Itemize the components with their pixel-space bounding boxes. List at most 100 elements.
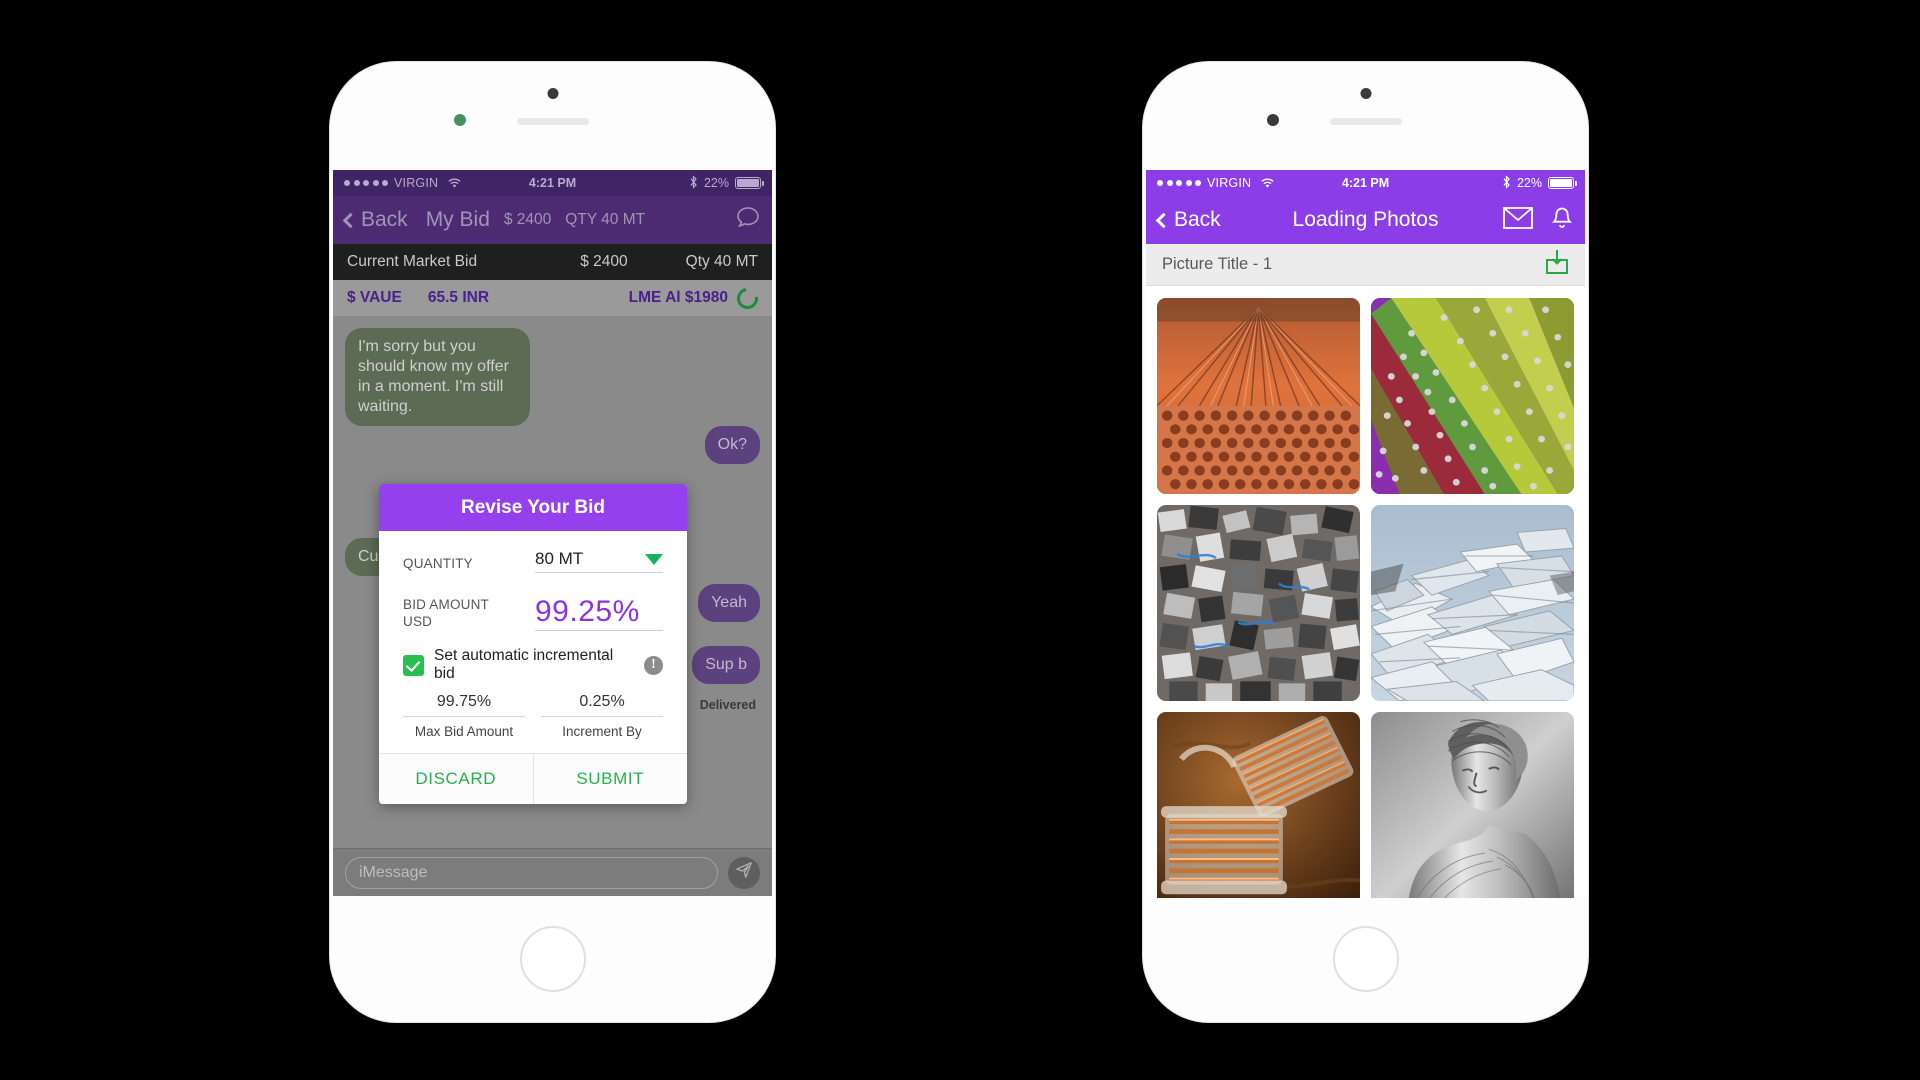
download-box-icon[interactable] bbox=[1545, 249, 1569, 280]
bid-amount-label: BID AMOUNT USD bbox=[403, 596, 489, 631]
phone-right: VIRGIN 4:21 PM 22% Back Loading Photos P… bbox=[1143, 62, 1588, 1022]
market-bid-qty: Qty 40 MT bbox=[685, 253, 758, 270]
right-screen: VIRGIN 4:21 PM 22% Back Loading Photos P… bbox=[1146, 170, 1585, 898]
delivered-status: Delivered bbox=[699, 698, 756, 712]
bluetooth-icon bbox=[689, 174, 698, 192]
status-right-group: 22% bbox=[689, 174, 765, 192]
sensor-icon bbox=[1267, 114, 1279, 126]
increment-value: 0.25% bbox=[541, 693, 663, 717]
wifi-icon bbox=[1260, 178, 1275, 189]
refresh-circle-icon[interactable] bbox=[732, 283, 763, 313]
quantity-field-row: QUANTITY 80 MT bbox=[403, 549, 663, 573]
bell-icon[interactable] bbox=[1551, 206, 1573, 235]
front-camera-icon bbox=[1360, 88, 1371, 99]
market-bid-label: Current Market Bid bbox=[347, 253, 478, 270]
page-title: My Bid bbox=[425, 208, 490, 231]
status-right-group: 22% bbox=[1502, 174, 1578, 192]
current-market-bid-bar: Current Market Bid $ 2400 Qty 40 MT bbox=[333, 244, 772, 280]
chat-area: I'm sorry but you should know my offer i… bbox=[333, 316, 772, 848]
back-label: Back bbox=[361, 208, 408, 231]
home-button[interactable] bbox=[1332, 926, 1399, 992]
nav-actions bbox=[1503, 206, 1573, 235]
chat-bubble-icon[interactable] bbox=[736, 206, 760, 234]
market-bid-price: $ 2400 bbox=[580, 253, 628, 270]
lme-al-price: LME Al $1980 bbox=[628, 289, 728, 306]
screenshot-stage: VIRGIN 4:21 PM 22% Back My Bid $ 2400 QT… bbox=[0, 0, 1920, 1080]
photo-tile[interactable] bbox=[1371, 505, 1574, 701]
carrier-label: VIRGIN bbox=[394, 176, 439, 190]
aluminium-scrap-photo bbox=[1371, 505, 1574, 701]
bid-amount-value: 99.25% bbox=[535, 595, 640, 628]
submit-button[interactable]: SUBMIT bbox=[532, 754, 688, 804]
copper-tubes-photo bbox=[1157, 298, 1360, 494]
checkbox-checked-icon[interactable] bbox=[403, 654, 424, 676]
left-screen: VIRGIN 4:21 PM 22% Back My Bid $ 2400 QT… bbox=[333, 170, 772, 898]
quantity-label: QUANTITY bbox=[403, 556, 473, 572]
page-title: Loading Photos bbox=[1292, 208, 1439, 231]
nav-actions bbox=[736, 206, 760, 234]
lme-bar: $ VAUE 65.5 INR LME Al $1980 bbox=[333, 280, 772, 316]
auto-increment-row[interactable]: Set automatic incremental bid ! bbox=[403, 647, 663, 683]
nav-qty: QTY 40 MT bbox=[565, 211, 646, 228]
inr-rate: 65.5 INR bbox=[427, 289, 490, 306]
chat-bubble-outgoing: Ok? bbox=[704, 426, 766, 464]
copper-wire-spool-photo bbox=[1157, 712, 1360, 898]
carrier-label: VIRGIN bbox=[1207, 176, 1252, 190]
earpiece-speaker bbox=[516, 118, 589, 125]
increment-by-field[interactable]: 0.25% Increment By bbox=[541, 693, 663, 739]
front-camera-icon bbox=[547, 88, 558, 99]
wifi-icon bbox=[447, 178, 462, 189]
imessage-input[interactable] bbox=[345, 856, 718, 889]
revise-bid-dialog: Revise Your Bid QUANTITY 80 MT BID AMOUN bbox=[379, 484, 687, 804]
status-time: 4:21 PM bbox=[1341, 176, 1390, 190]
battery-icon bbox=[1548, 177, 1578, 189]
discard-button[interactable]: DISCARD bbox=[379, 754, 533, 804]
bid-amount-label-line2: USD bbox=[403, 614, 433, 630]
max-bid-value: 99.75% bbox=[403, 693, 525, 717]
envelope-icon[interactable] bbox=[1503, 206, 1533, 234]
photo-tile[interactable] bbox=[1371, 712, 1574, 898]
nav-bar: Back Loading Photos bbox=[1146, 196, 1585, 244]
sensor-icon bbox=[454, 114, 466, 126]
battery-icon bbox=[735, 177, 765, 189]
send-button[interactable] bbox=[728, 856, 760, 889]
photo-tile[interactable] bbox=[1157, 298, 1360, 494]
caret-down-icon bbox=[645, 553, 663, 565]
back-button[interactable]: Back bbox=[1155, 208, 1221, 232]
quantity-select[interactable]: 80 MT bbox=[535, 549, 663, 573]
bid-amount-input[interactable]: 99.25% bbox=[535, 595, 663, 631]
status-bar: VIRGIN 4:21 PM 22% bbox=[1146, 170, 1585, 196]
bid-amount-field-row: BID AMOUNT USD 99.25% bbox=[403, 595, 663, 631]
electronic-scrap-photo bbox=[1157, 505, 1360, 701]
picture-title: Picture Title - 1 bbox=[1162, 255, 1273, 273]
battery-percent: 22% bbox=[703, 176, 729, 190]
info-exclamation-icon[interactable]: ! bbox=[644, 655, 663, 675]
back-button[interactable]: Back bbox=[342, 208, 408, 232]
aluminium-sculpture-photo bbox=[1371, 712, 1574, 898]
chevron-left-icon bbox=[1155, 212, 1172, 228]
chat-bubble-outgoing: Sup b bbox=[692, 646, 765, 684]
battery-percent: 22% bbox=[1516, 176, 1542, 190]
increment-settings: 99.75% Max Bid Amount 0.25% Increment By bbox=[403, 693, 663, 749]
chat-bubble-incoming: I'm sorry but you should know my offer i… bbox=[340, 328, 530, 426]
bluetooth-icon bbox=[1502, 174, 1511, 192]
max-bid-field[interactable]: 99.75% Max Bid Amount bbox=[403, 693, 525, 739]
message-composer bbox=[333, 848, 772, 896]
photo-tile[interactable] bbox=[1157, 712, 1360, 898]
quantity-value: 80 MT bbox=[535, 549, 584, 568]
photo-tile[interactable] bbox=[1371, 298, 1574, 494]
photo-grid bbox=[1146, 286, 1585, 898]
home-button[interactable] bbox=[519, 926, 586, 992]
phone-left: VIRGIN 4:21 PM 22% Back My Bid $ 2400 QT… bbox=[330, 62, 775, 1022]
increment-label: Increment By bbox=[562, 724, 642, 739]
bid-amount-label-line1: BID AMOUNT bbox=[403, 596, 490, 612]
dialog-body: QUANTITY 80 MT BID AMOUNT USD 99.25% Set… bbox=[379, 531, 687, 753]
photo-tile[interactable] bbox=[1157, 505, 1360, 701]
status-time: 4:21 PM bbox=[528, 176, 577, 190]
earpiece-speaker bbox=[1329, 118, 1402, 125]
nav-price: $ 2400 bbox=[503, 211, 552, 228]
signal-dots-icon bbox=[1157, 180, 1201, 186]
dialog-actions: DISCARD SUBMIT bbox=[379, 753, 687, 804]
dollar-value-label: $ VAUE bbox=[347, 289, 402, 306]
status-bar: VIRGIN 4:21 PM 22% bbox=[333, 170, 772, 196]
